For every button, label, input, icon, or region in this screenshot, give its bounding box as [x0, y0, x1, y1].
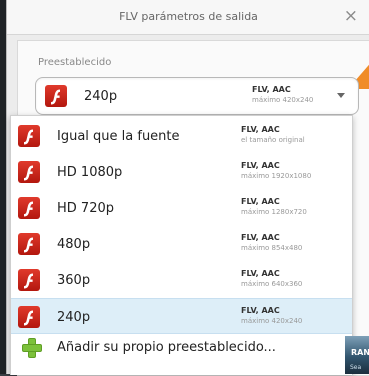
menu-item-480p[interactable]: 480p FLV, AAC máximo 854x480 [11, 226, 352, 262]
menu-item-hd-1080p[interactable]: HD 1080p FLV, AAC máximo 1920x1080 [11, 154, 352, 190]
close-icon[interactable]: × [344, 7, 358, 25]
menu-item-format: FLV, AAC [241, 125, 280, 134]
menu-item-detail: máximo 1920x1080 [241, 172, 312, 180]
chevron-down-icon[interactable] [337, 93, 345, 98]
background-thumbnail: RAN Sea [345, 336, 369, 374]
menu-item-detail: el tamaño original [241, 136, 305, 144]
menu-item-label: HD 1080p [57, 165, 123, 180]
menu-item-detail: máximo 1280x720 [241, 208, 307, 216]
menu-item-detail: máximo 640x360 [241, 280, 303, 288]
preset-label: Preestablecido [38, 57, 112, 68]
menu-item-format: FLV, AAC [241, 269, 280, 278]
menu-item-240p[interactable]: 240p FLV, AAC máximo 420x240 [11, 298, 352, 334]
thumbnail-text: RAN [351, 348, 369, 357]
menu-item-label: 480p [57, 237, 91, 252]
preset-dropdown-menu: Igual que la fuente FLV, AAC el tamaño o… [10, 115, 353, 375]
add-custom-preset-item[interactable]: Añadir su propio preestablecido... [11, 333, 352, 363]
plus-icon [22, 338, 42, 358]
flash-icon [18, 269, 40, 291]
menu-item-hd-720p[interactable]: HD 720p FLV, AAC máximo 1280x720 [11, 190, 352, 226]
menu-item-same-as-source[interactable]: Igual que la fuente FLV, AAC el tamaño o… [11, 118, 352, 154]
flash-icon [18, 306, 40, 328]
thumbnail-subtext: Sea [350, 364, 362, 371]
menu-item-format: FLV, AAC [241, 233, 280, 242]
menu-item-360p[interactable]: 360p FLV, AAC máximo 640x360 [11, 262, 352, 298]
selected-preset-format: FLV, AAC [252, 85, 291, 94]
menu-item-detail: máximo 854x480 [241, 244, 303, 252]
menu-item-label: Igual que la fuente [57, 129, 180, 144]
add-custom-preset-label: Añadir su propio preestablecido... [57, 340, 276, 355]
selected-preset-detail: máximo 420x240 [252, 96, 314, 104]
menu-item-format: FLV, AAC [241, 161, 280, 170]
dialog-titlebar: FLV parámetros de salida × [7, 0, 369, 35]
menu-item-format: FLV, AAC [241, 197, 280, 206]
flash-icon [18, 197, 40, 219]
flash-icon [18, 125, 40, 147]
flash-icon [18, 233, 40, 255]
menu-item-format: FLV, AAC [241, 306, 280, 315]
selected-preset-name: 240p [84, 89, 118, 104]
menu-item-label: HD 720p [57, 201, 114, 216]
menu-item-label: 360p [57, 273, 91, 288]
preset-dropdown[interactable]: 240p FLV, AAC máximo 420x240 [35, 77, 359, 115]
menu-item-detail: máximo 420x240 [241, 317, 303, 325]
dialog-title: FLV parámetros de salida [119, 10, 258, 23]
menu-item-label: 240p [57, 310, 91, 325]
flash-icon [18, 161, 40, 183]
flash-icon [45, 85, 67, 107]
